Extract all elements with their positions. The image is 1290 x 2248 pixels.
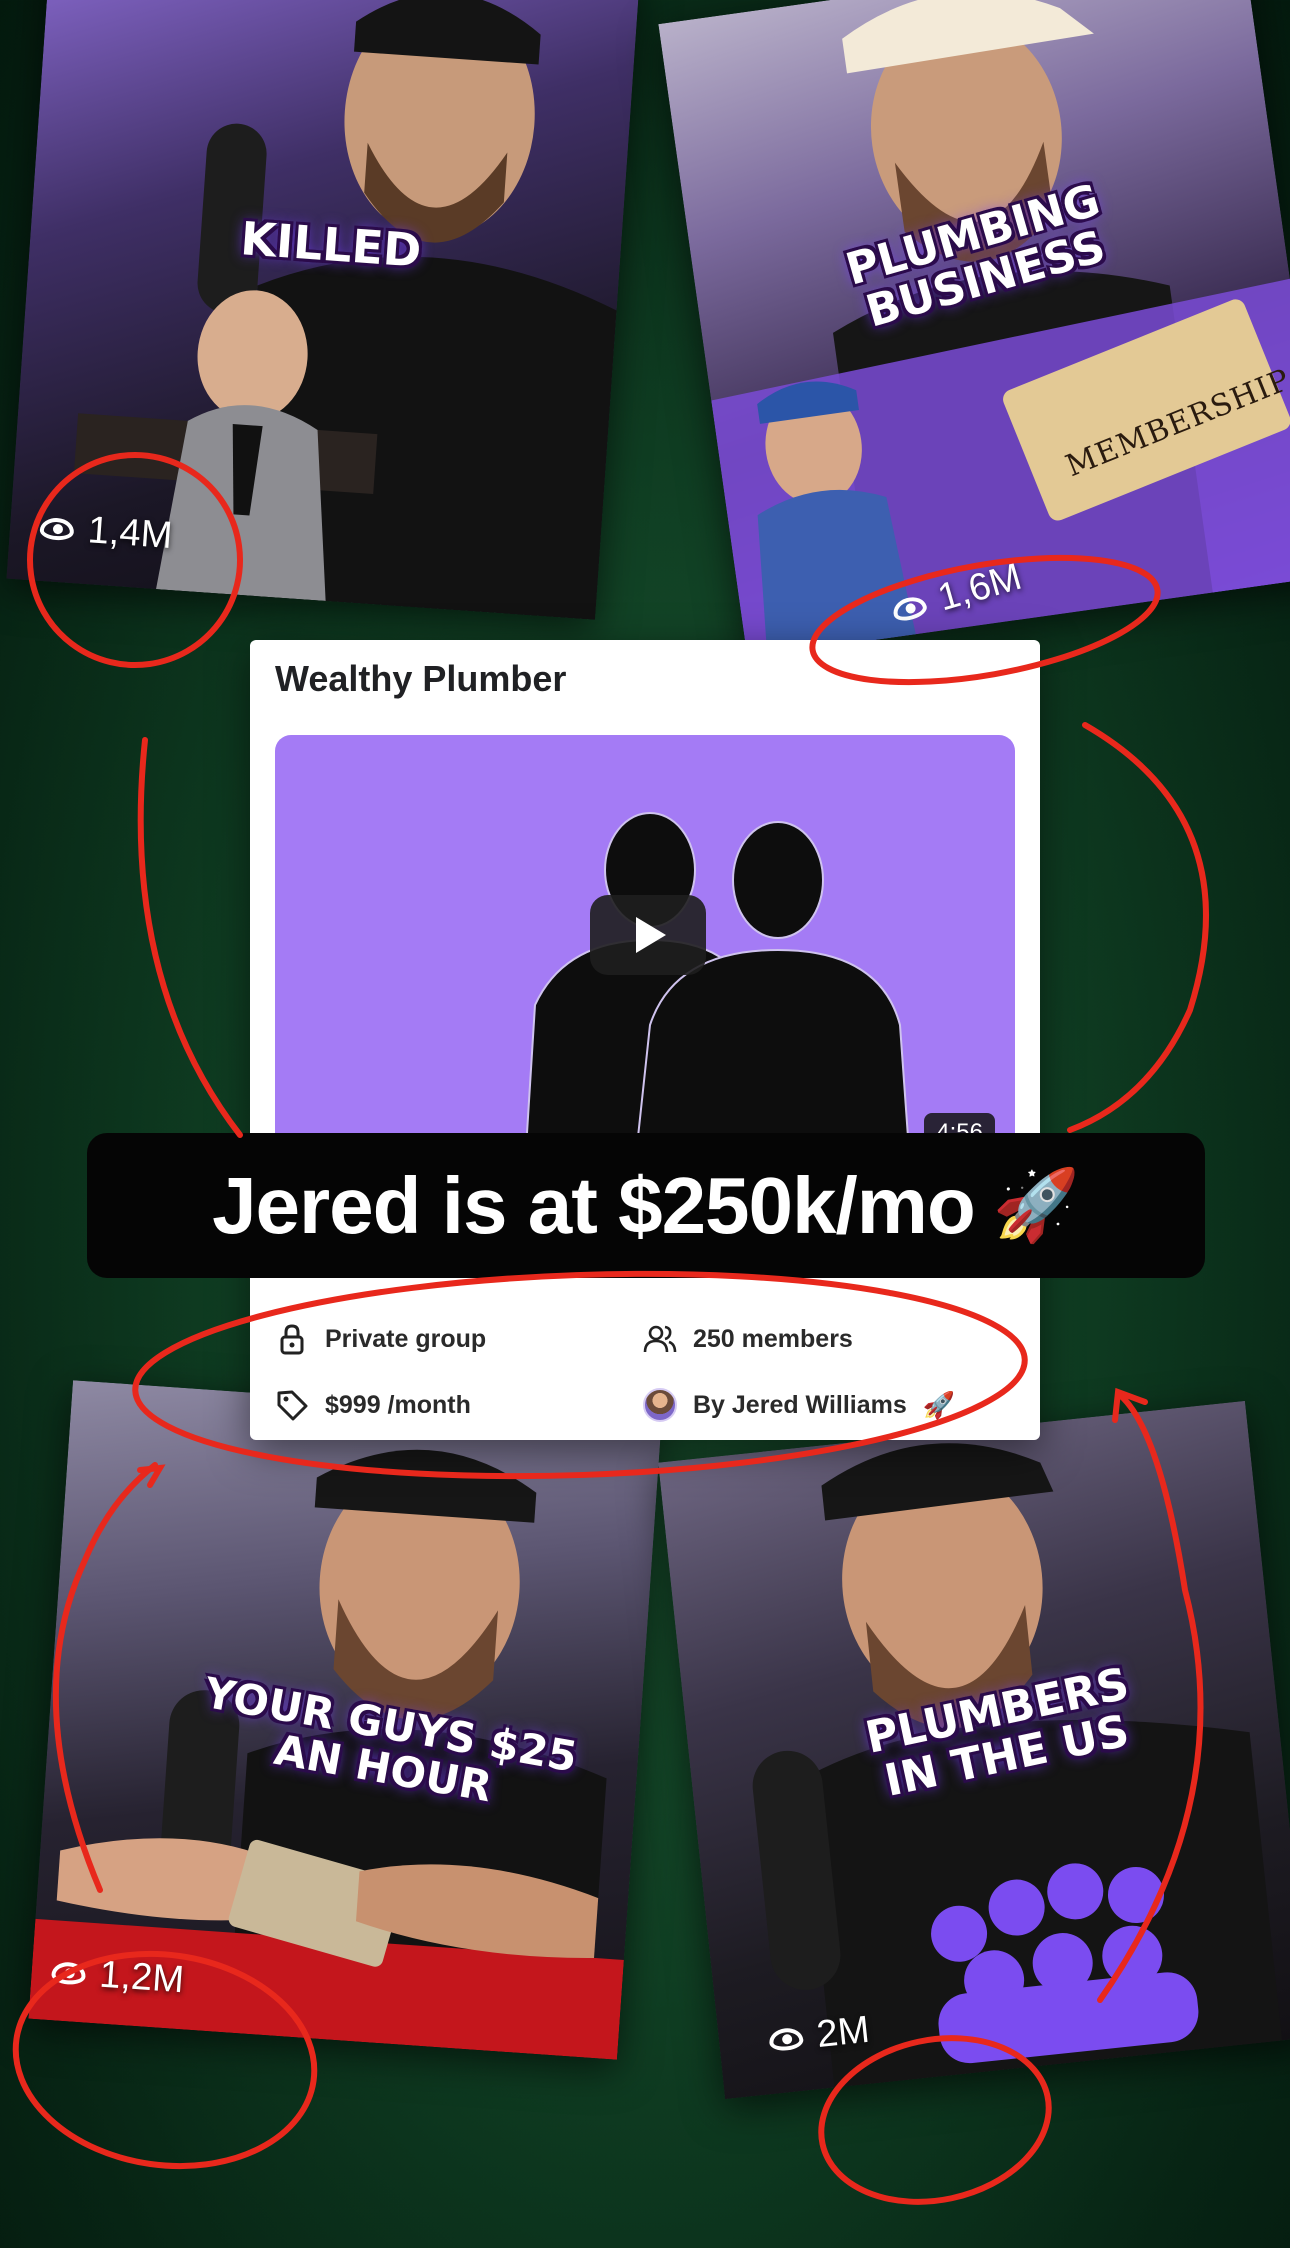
members-label: 250 members: [693, 1324, 853, 1353]
tag-icon: [277, 1390, 308, 1421]
group-card[interactable]: Wealthy Plumber 4:56 Private group: [250, 640, 1040, 1440]
thumbnail-caption: KILLED: [238, 211, 424, 278]
arrow-annotation: [137, 737, 243, 1138]
video-thumbnail-bottom-right[interactable]: PLUMBERS IN THE US 2M: [658, 1400, 1290, 2100]
group-title: Wealthy Plumber: [275, 658, 567, 699]
video-thumbnail-top-right[interactable]: PLUMBING BUSINESS MEMBERSHIP 1,6M: [658, 0, 1290, 658]
video-player[interactable]: 4:56: [275, 735, 1015, 1165]
eye-icon: [39, 516, 75, 541]
view-count: 1,4M: [39, 506, 174, 558]
price-label: $999 /month: [325, 1390, 471, 1419]
avatar: [643, 1388, 677, 1422]
video-thumbnail-top-left[interactable]: KILLED 1,4M: [6, 0, 640, 620]
headline-text: Jered is at $250k/mo: [212, 1160, 976, 1250]
privacy-label: Private group: [325, 1324, 487, 1353]
video-thumbnail-bottom-left[interactable]: YOUR GUYS $25 AN HOUR 1,2M: [28, 1380, 662, 2060]
price-info: $999 /month: [275, 1388, 471, 1422]
privacy-info: Private group: [275, 1322, 486, 1356]
owner-label: By Jered Williams: [693, 1390, 907, 1419]
eye-icon: [890, 592, 929, 624]
view-count-value: 1,2M: [98, 1953, 186, 2002]
headline-banner: Jered is at $250k/mo 🚀: [87, 1133, 1205, 1278]
podcaster-image: [711, 0, 1290, 658]
eye-icon: [50, 1960, 87, 1986]
rocket-icon: 🚀: [992, 1165, 1080, 1244]
view-count-value: 2M: [814, 2008, 872, 2057]
play-button[interactable]: [590, 895, 706, 975]
owner-info[interactable]: By Jered Williams 🚀: [643, 1388, 955, 1422]
play-icon: [636, 917, 666, 953]
view-count: 1,2M: [50, 1950, 185, 2002]
rocket-icon: 🚀: [922, 1389, 956, 1420]
arrow-annotation: [1067, 722, 1209, 1133]
lock-icon: [280, 1324, 304, 1355]
eye-icon: [768, 2026, 805, 2052]
view-count-value: 1,4M: [86, 509, 174, 558]
members-info: 250 members: [643, 1322, 853, 1356]
members-icon: [643, 1325, 677, 1353]
